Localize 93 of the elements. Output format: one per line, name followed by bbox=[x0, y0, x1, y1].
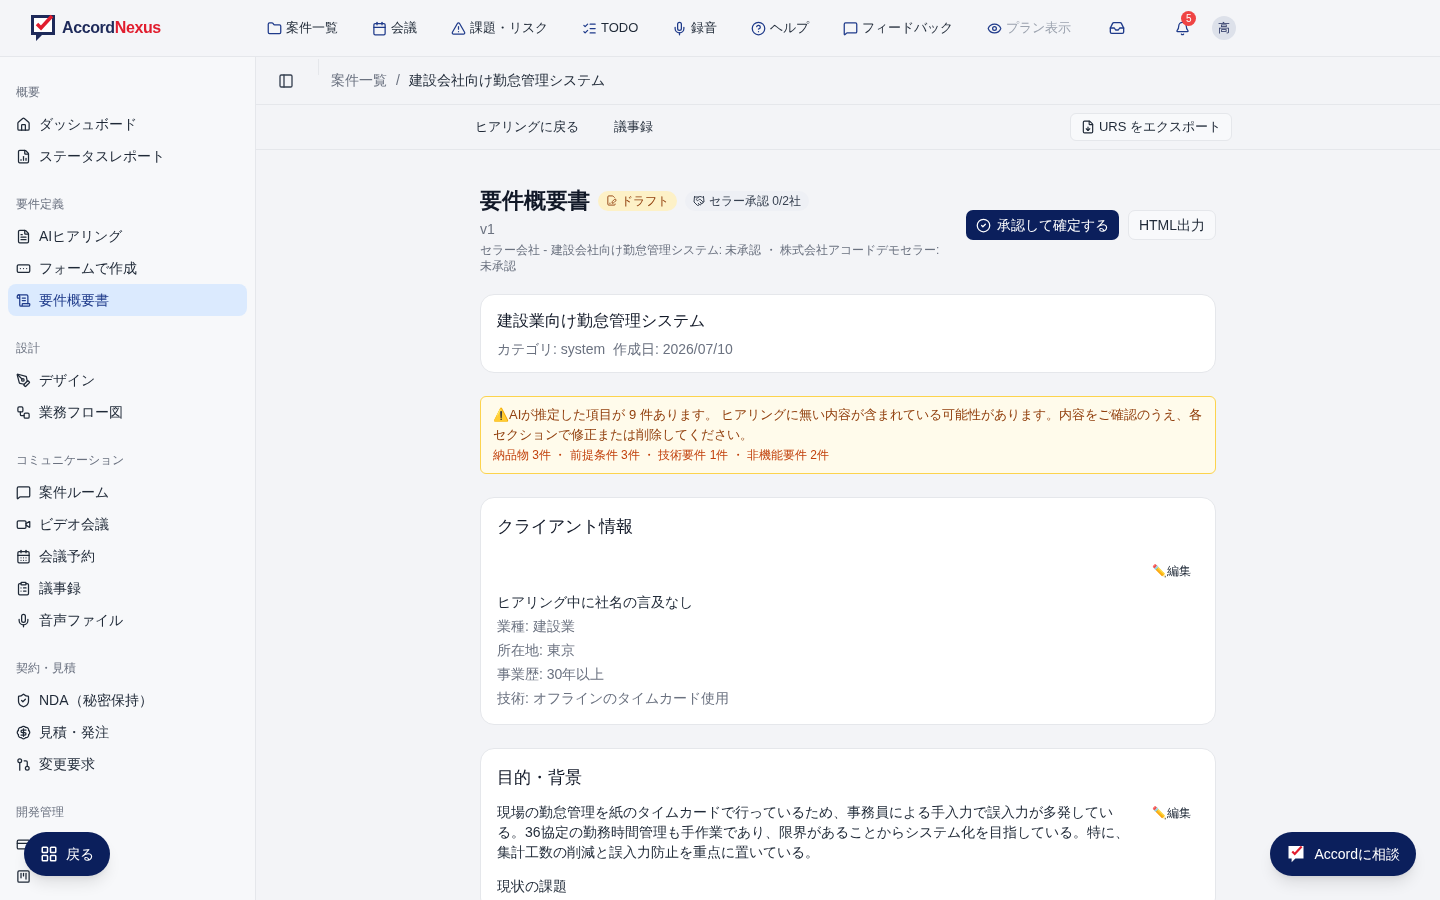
logo-icon bbox=[28, 12, 58, 44]
project-meta: カテゴリ: system 作成日: 2026/07/10 bbox=[497, 340, 734, 359]
inbox-button[interactable] bbox=[1109, 20, 1126, 36]
warning-icon bbox=[451, 20, 466, 36]
toolbar-link[interactable]: 議事録 bbox=[603, 117, 664, 137]
document-pen-icon bbox=[606, 195, 617, 206]
handshake-icon bbox=[693, 194, 705, 207]
kanban-icon[interactable] bbox=[16, 868, 31, 884]
branch-icon bbox=[16, 756, 31, 772]
section-subheading: 現状の課題 bbox=[497, 877, 568, 896]
sidebar-item[interactable]: ダッシュボード bbox=[8, 108, 247, 140]
nav-link[interactable]: TODO bbox=[582, 18, 639, 38]
sidebar-item[interactable]: 業務フロー図 bbox=[8, 396, 247, 428]
sidebar-item[interactable]: ビデオ会議 bbox=[8, 508, 247, 540]
microphone-icon bbox=[672, 20, 688, 36]
grid-icon bbox=[40, 845, 58, 863]
project-title: 建設業向け勤怠管理システム bbox=[497, 311, 706, 331]
breadcrumb-separator: / bbox=[396, 71, 400, 90]
notification-button[interactable] bbox=[1175, 20, 1191, 36]
eye-icon bbox=[987, 20, 1003, 36]
home-icon bbox=[16, 116, 31, 132]
check-circle-icon bbox=[975, 217, 991, 233]
sidebar-section-title: コミュニケーション bbox=[15, 452, 125, 469]
logo-icon bbox=[1286, 844, 1307, 864]
section-body: 現場の勤怠管理を紙のタイムカードで行っているため、事務員による手入力で誤入力が多発している。36協定の勤務時間管理も手作業であり、限界があることからシステム化を目指している。特に、集計工数の削減と誤入力防止を重点に置いている。 bbox=[497, 803, 1130, 862]
user-avatar[interactable]: 高 bbox=[1212, 16, 1237, 40]
toolbar-link[interactable]: ヒアリングに戻る bbox=[464, 117, 590, 137]
sidebar-item[interactable]: 要件概要書 bbox=[8, 284, 247, 316]
version-label: v1 bbox=[480, 220, 496, 239]
back-button[interactable]: 戻る bbox=[24, 832, 110, 876]
sidebar-section-title: 要件定義 bbox=[15, 196, 65, 213]
flow-icon bbox=[16, 404, 31, 420]
help-icon bbox=[751, 20, 767, 36]
warning-counts: 納品物 3件 ・ 前提条件 3件 ・ 技術要件 1件 ・ 非機能要件 2件 bbox=[493, 447, 831, 464]
dollar-icon bbox=[16, 724, 31, 740]
nav-link[interactable]: フィードバック bbox=[843, 18, 954, 38]
clipboard-icon bbox=[16, 580, 31, 596]
logo-text: AccordNexus bbox=[62, 18, 161, 38]
nav-link[interactable]: 録音 bbox=[672, 18, 718, 38]
pen-icon bbox=[16, 372, 31, 388]
sidebar-item[interactable]: AIヒアリング bbox=[8, 220, 247, 252]
consult-button[interactable]: Accordに相談 bbox=[1270, 832, 1416, 876]
warning-message: ⚠AIが推定した項目が 9 件あります。 ヒアリングに無い内容が含まれている可能性があります。内容をご確認のうえ、各セクションで修正または削除してください。 bbox=[493, 406, 1203, 444]
document-title: 要件概要書 bbox=[480, 187, 590, 215]
sidebar-section-title: 概要 bbox=[15, 84, 41, 101]
checklist-icon bbox=[582, 20, 597, 36]
breadcrumb-current: 建設会社向け勤怠管理システム bbox=[408, 71, 605, 90]
document-icon bbox=[16, 228, 31, 244]
sidebar-item[interactable]: フォームで作成 bbox=[8, 252, 247, 284]
section-title: 目的・背景 bbox=[497, 766, 583, 789]
nav-link[interactable]: 案件一覧 bbox=[267, 18, 338, 38]
report-icon bbox=[16, 148, 31, 164]
nav-link[interactable]: 会議 bbox=[372, 18, 417, 38]
shield-icon bbox=[16, 692, 31, 708]
section-title: クライアント情報 bbox=[497, 516, 634, 538]
calendar-icon bbox=[16, 548, 31, 564]
section-lead: ヒアリング中に社名の言及なし bbox=[497, 592, 694, 612]
sidebar-item[interactable]: 会議予約 bbox=[8, 540, 247, 572]
chat-bubble-icon bbox=[16, 484, 31, 500]
nav-link[interactable]: 課題・リスク bbox=[451, 18, 548, 38]
approve-button[interactable]: 承認して確定する bbox=[965, 210, 1119, 240]
folder-icon bbox=[267, 20, 282, 36]
breadcrumb-link[interactable]: 案件一覧 bbox=[331, 70, 387, 91]
sidebar-item[interactable]: NDA（秘密保持） bbox=[8, 684, 247, 716]
approval-status-text: セラー会社 - 建設会社向け勤怠管理システム: 未承認 ・ 株式会社アコードデモセラー: 未承認 bbox=[480, 242, 941, 274]
chat-bubble-icon bbox=[843, 20, 859, 36]
calendar-icon bbox=[372, 20, 387, 36]
sidebar-item[interactable]: 変更要求 bbox=[8, 748, 247, 780]
sidebar-item[interactable]: 見積・発注 bbox=[8, 716, 247, 748]
nav-link[interactable]: ヘルプ bbox=[751, 18, 810, 38]
section-line: 業種: 建設業 bbox=[497, 616, 576, 636]
approval-badge: セラー承認 0/2社 bbox=[685, 190, 809, 211]
sidebar-item[interactable]: デザイン bbox=[8, 364, 247, 396]
export-button[interactable]: URS をエクスポート bbox=[1069, 113, 1232, 141]
sidebar-item[interactable]: 案件ルーム bbox=[8, 476, 247, 508]
section-line: 所在地: 東京 bbox=[497, 640, 576, 660]
sidebar-item[interactable]: 議事録 bbox=[8, 572, 247, 604]
sidebar-section-title: 開発管理 bbox=[15, 804, 65, 821]
sidebar-item[interactable]: ステータスレポート bbox=[8, 140, 247, 172]
edit-button[interactable]: ✏編集 bbox=[1152, 561, 1191, 580]
sidebar-item[interactable]: 音声ファイル bbox=[8, 604, 247, 636]
sidebar-toggle-icon[interactable] bbox=[278, 72, 294, 89]
section-line: 技術: オフラインのタイムカード使用 bbox=[497, 688, 730, 708]
file-download-icon bbox=[1080, 120, 1095, 134]
scroll-icon bbox=[16, 292, 31, 308]
sidebar-section-title: 設計 bbox=[15, 340, 41, 357]
status-badge: ドラフト bbox=[598, 190, 677, 211]
edit-button[interactable]: ✏編集 bbox=[1152, 804, 1191, 822]
sidebar-section-title: 契約・見積 bbox=[15, 660, 77, 677]
notification-badge: 5 bbox=[1181, 10, 1197, 26]
section-line: 事業歴: 30年以上 bbox=[497, 664, 606, 684]
microphone-icon bbox=[16, 612, 31, 628]
html-export-button[interactable]: HTML出力 bbox=[1127, 210, 1216, 240]
